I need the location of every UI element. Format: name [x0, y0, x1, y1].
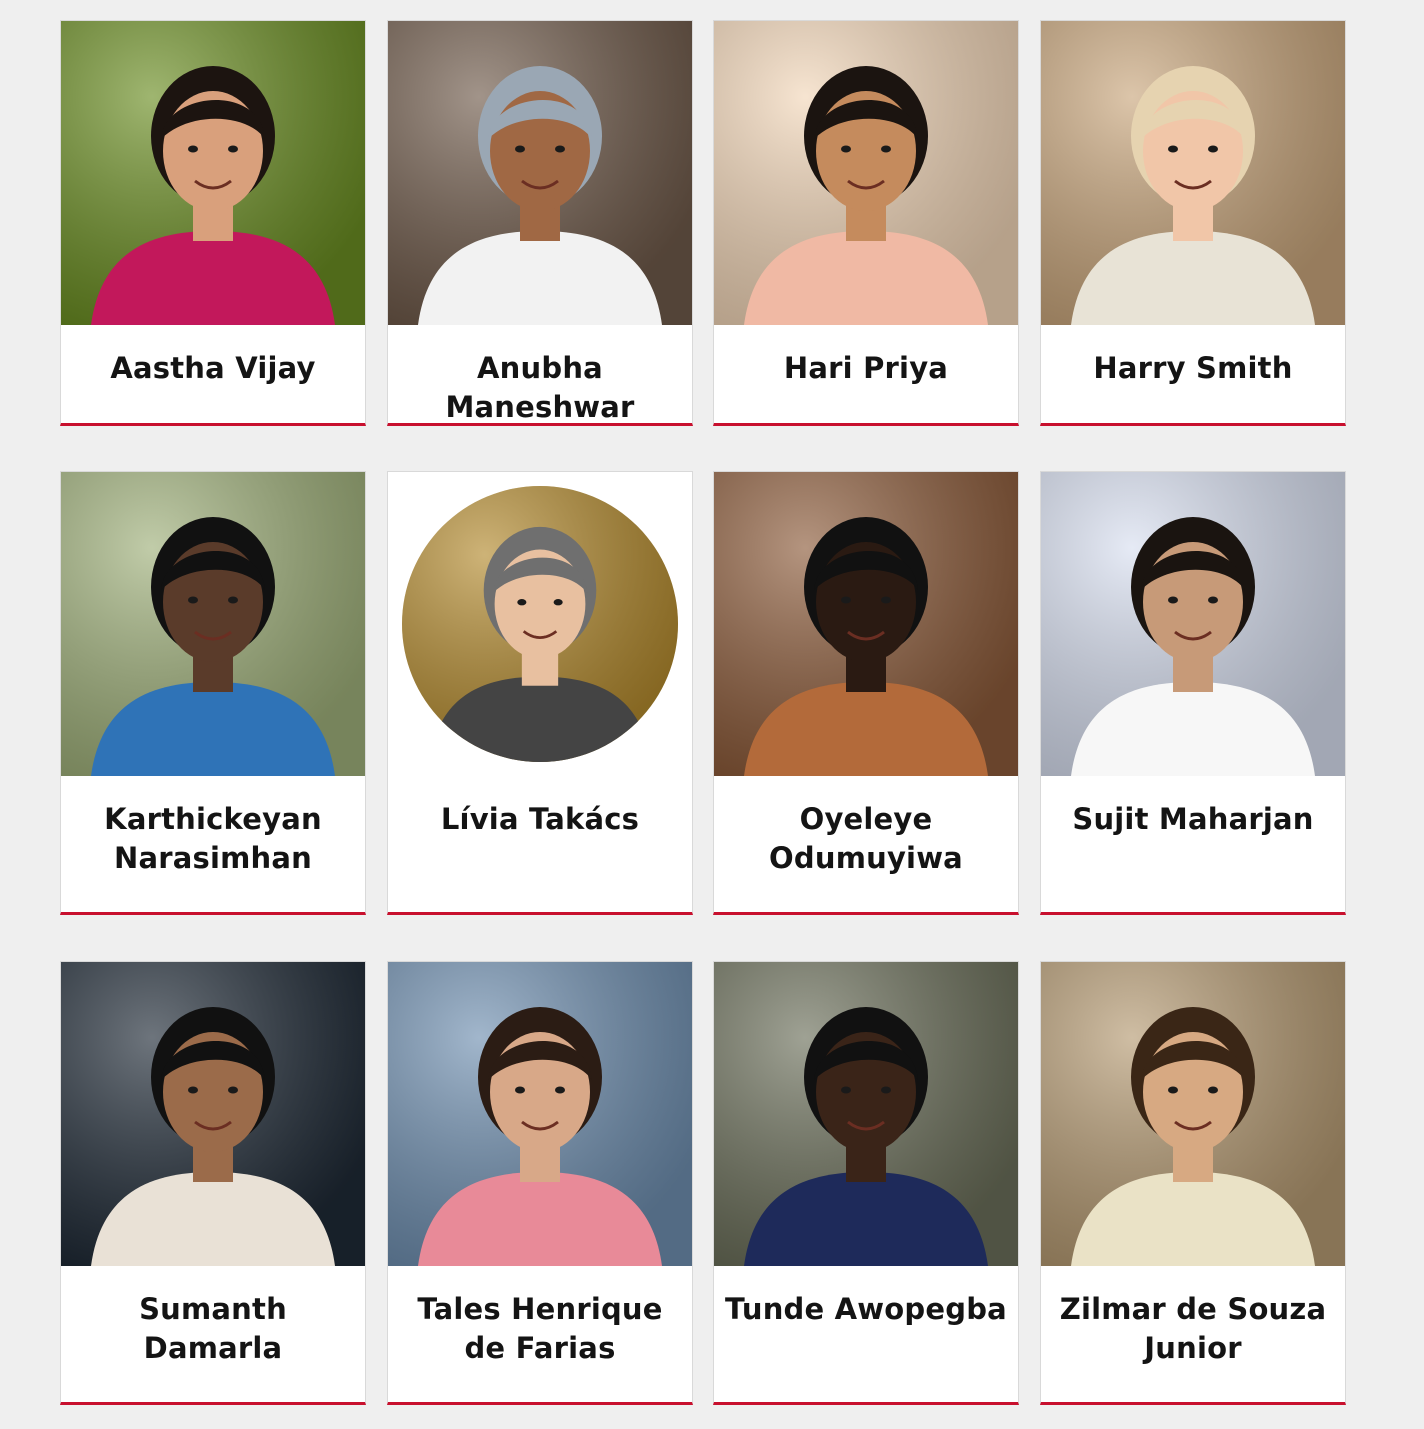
portrait-illustration: [1041, 472, 1345, 776]
portrait-illustration: [61, 472, 365, 776]
profile-card-karthickeyan-narasimhan[interactable]: Karthickeyan Narasimhan: [60, 471, 366, 915]
profile-name[interactable]: Karthickeyan Narasimhan: [65, 800, 361, 878]
profile-photo[interactable]: [1041, 21, 1345, 325]
profile-card-sumanth-damarla[interactable]: Sumanth Damarla: [60, 961, 366, 1405]
profile-card-sujit-maharjan[interactable]: Sujit Maharjan: [1040, 471, 1346, 915]
profile-name[interactable]: Aastha Vijay: [65, 349, 361, 388]
profile-card-hari-priya[interactable]: Hari Priya: [713, 20, 1019, 426]
profile-photo[interactable]: [1041, 962, 1345, 1266]
profile-name[interactable]: Lívia Takács: [392, 800, 688, 839]
profile-photo[interactable]: [714, 21, 1018, 325]
profile-card-tales-henrique-de-farias[interactable]: Tales Henrique de Farias: [387, 961, 693, 1405]
portrait-illustration: [1041, 962, 1345, 1266]
portrait-illustration: [388, 962, 692, 1266]
profile-card-zilmar-de-souza-junior[interactable]: Zilmar de Souza Junior: [1040, 961, 1346, 1405]
profile-card-oyeleye-odumuyiwa[interactable]: Oyeleye Odumuyiwa: [713, 471, 1019, 915]
portrait-illustration: [714, 472, 1018, 776]
profile-card-harry-smith[interactable]: Harry Smith: [1040, 20, 1346, 426]
profile-photo[interactable]: [388, 21, 692, 325]
portrait-illustration: [402, 486, 678, 762]
profile-name[interactable]: Oyeleye Odumuyiwa: [718, 800, 1014, 878]
profile-name[interactable]: Anubha Maneshwar: [392, 349, 688, 427]
profile-card-tunde-awopegba[interactable]: Tunde Awopegba: [713, 961, 1019, 1405]
profile-name[interactable]: Tales Henrique de Farias: [392, 1290, 688, 1368]
profile-photo[interactable]: [1041, 472, 1345, 776]
profile-photo[interactable]: [388, 962, 692, 1266]
profile-card-livia-takacs[interactable]: Lívia Takács: [387, 471, 693, 915]
portrait-illustration: [714, 962, 1018, 1266]
profile-photo[interactable]: [388, 472, 692, 776]
profile-name[interactable]: Sujit Maharjan: [1045, 800, 1341, 839]
profile-name[interactable]: Sumanth Damarla: [65, 1290, 361, 1368]
profile-name[interactable]: Tunde Awopegba: [718, 1290, 1014, 1329]
profile-card-aastha-vijay[interactable]: Aastha Vijay: [60, 20, 366, 426]
profile-name[interactable]: Harry Smith: [1045, 349, 1341, 388]
portrait-illustration: [1041, 21, 1345, 325]
portrait-illustration: [388, 21, 692, 325]
profile-photo[interactable]: [61, 962, 365, 1266]
portrait-illustration: [61, 962, 365, 1266]
profile-photo[interactable]: [61, 21, 365, 325]
profile-card-anubha-maneshwar[interactable]: Anubha Maneshwar: [387, 20, 693, 426]
profile-name[interactable]: Zilmar de Souza Junior: [1045, 1290, 1341, 1368]
profile-photo[interactable]: [714, 962, 1018, 1266]
profile-photo[interactable]: [61, 472, 365, 776]
portrait-illustration: [61, 21, 365, 325]
profile-photo[interactable]: [714, 472, 1018, 776]
profile-photo-circle: [402, 486, 678, 762]
profile-name[interactable]: Hari Priya: [718, 349, 1014, 388]
portrait-illustration: [714, 21, 1018, 325]
